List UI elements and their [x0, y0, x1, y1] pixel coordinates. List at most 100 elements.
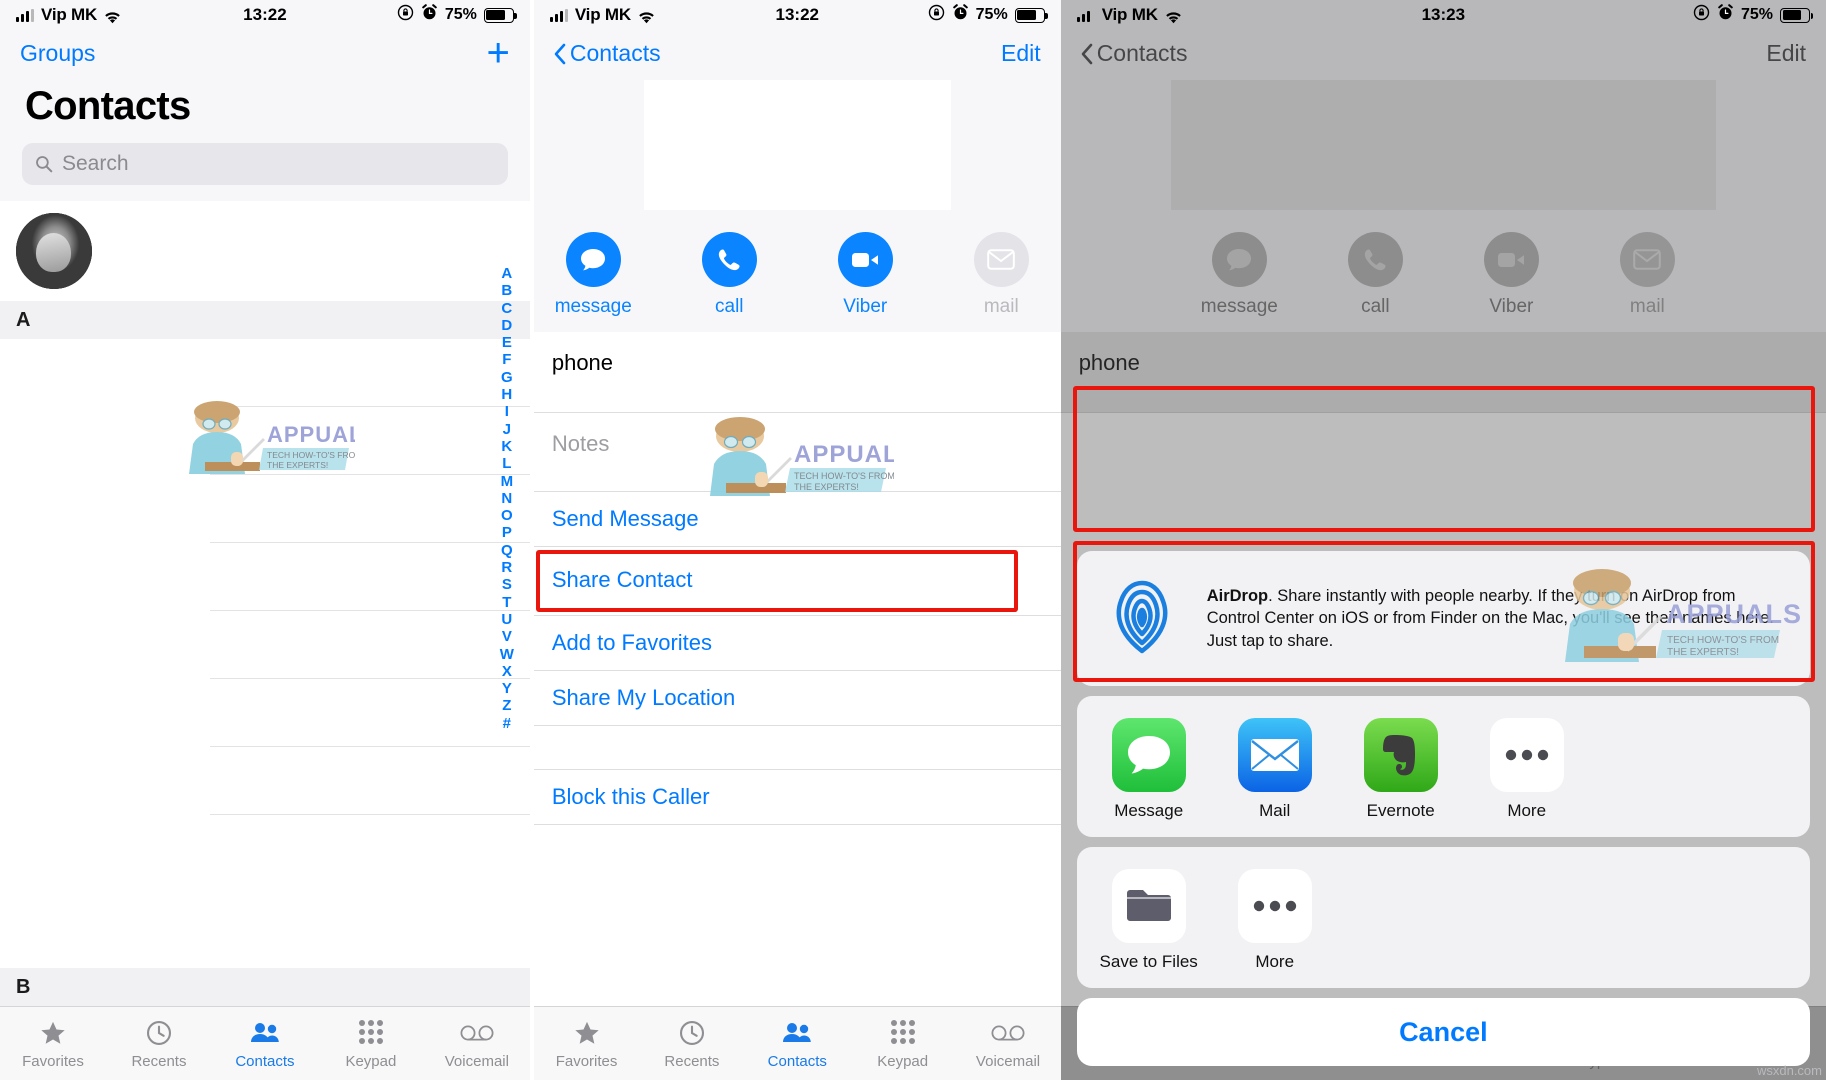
block-this-caller-button[interactable]: Block this Caller: [533, 770, 1061, 825]
voicemail-icon: [991, 1018, 1025, 1048]
list-item[interactable]: [210, 339, 530, 407]
index-letter[interactable]: O: [501, 507, 513, 524]
clock-icon: [145, 1018, 173, 1048]
index-letter[interactable]: U: [501, 611, 512, 628]
rotation-lock-icon: [397, 4, 414, 26]
airdrop-card[interactable]: AirDrop. Share instantly with people nea…: [1076, 551, 1810, 686]
tab-contacts[interactable]: Contacts: [745, 1018, 850, 1070]
battery-icon: [1014, 7, 1048, 23]
index-letter[interactable]: R: [501, 559, 512, 576]
status-right: 75%: [1693, 4, 1813, 26]
index-letter[interactable]: #: [503, 715, 511, 732]
action-label: Viber: [843, 296, 888, 317]
share-contact-button[interactable]: Share Contact: [533, 547, 1061, 616]
index-letter[interactable]: T: [502, 594, 511, 611]
evernote-app-icon: [1363, 718, 1438, 792]
index-letter[interactable]: K: [501, 438, 512, 455]
add-to-favorites-button[interactable]: Add to Favorites: [533, 616, 1061, 671]
airdrop-row[interactable]: AirDrop. Share instantly with people nea…: [1077, 551, 1810, 686]
tab-favorites[interactable]: Favorites: [0, 1018, 106, 1070]
tab-voicemail[interactable]: Voicemail: [424, 1018, 530, 1070]
list-item[interactable]: [210, 611, 530, 679]
back-label: Contacts: [569, 39, 661, 66]
tab-recents[interactable]: Recents: [106, 1018, 212, 1070]
back-button[interactable]: Contacts: [554, 40, 661, 67]
index-letter[interactable]: G: [501, 369, 513, 386]
contact-avatar-row[interactable]: [0, 201, 530, 301]
index-letter[interactable]: Q: [501, 542, 513, 559]
share-target-message[interactable]: Message: [1099, 718, 1199, 821]
list-item[interactable]: [210, 475, 530, 543]
index-letter[interactable]: S: [502, 576, 512, 593]
panel-contacts-list: Vip MK 13:22 75% Groups + Contacts Searc…: [0, 0, 530, 1080]
share-target-label: More: [1507, 801, 1547, 820]
tab-keypad[interactable]: Keypad: [318, 1018, 424, 1070]
index-letter[interactable]: H: [501, 386, 512, 403]
index-letter[interactable]: J: [503, 421, 511, 438]
edit-button[interactable]: Edit: [1001, 40, 1041, 67]
tab-label: Recents: [664, 1052, 720, 1070]
action-message[interactable]: message: [548, 232, 638, 318]
index-letter[interactable]: Z: [502, 697, 511, 714]
index-letter[interactable]: P: [502, 524, 512, 541]
share-target-evernote[interactable]: Evernote: [1351, 718, 1451, 821]
index-letter[interactable]: N: [501, 490, 512, 507]
action-viber[interactable]: Viber: [820, 232, 910, 318]
avatar: [16, 213, 92, 289]
index-letter[interactable]: I: [505, 403, 509, 420]
action-save-to-files[interactable]: Save to Files: [1099, 869, 1199, 972]
list-item[interactable]: [210, 543, 530, 611]
index-letter[interactable]: F: [502, 351, 511, 368]
status-bar: Vip MK 13:22 75%: [534, 0, 1061, 30]
tab-bar: Favorites Recents Contacts Keypad Voicem…: [0, 1006, 530, 1080]
index-letter[interactable]: B: [501, 282, 512, 299]
notes-field[interactable]: Notes: [533, 413, 1061, 492]
send-message-button[interactable]: Send Message: [533, 492, 1061, 547]
airdrop-icon: [1099, 573, 1185, 664]
tab-contacts[interactable]: Contacts: [212, 1018, 318, 1070]
index-letter[interactable]: E: [502, 334, 512, 351]
index-letter[interactable]: Y: [502, 680, 512, 697]
action-call[interactable]: call: [684, 232, 774, 318]
battery-icon: [1780, 7, 1813, 23]
action-mail: mail: [956, 232, 1046, 318]
alphabet-index[interactable]: A B C D E F G H I J K L M N O P Q R S T …: [496, 265, 518, 732]
rotation-lock-icon: [1693, 4, 1710, 26]
apps-card: Message Mail Evernote More: [1076, 696, 1810, 837]
list-item[interactable]: [210, 407, 530, 475]
add-contact-button[interactable]: +: [486, 33, 509, 73]
phone-field[interactable]: phone: [533, 332, 1061, 413]
share-target-mail[interactable]: Mail: [1225, 718, 1325, 821]
share-my-location-button[interactable]: Share My Location: [533, 671, 1061, 726]
index-letter[interactable]: V: [502, 628, 512, 645]
cancel-button[interactable]: Cancel: [1076, 998, 1810, 1066]
share-target-more[interactable]: More: [1477, 718, 1577, 821]
tab-label: Favorites: [555, 1052, 618, 1070]
tab-favorites[interactable]: Favorites: [534, 1018, 639, 1070]
search-input[interactable]: Search: [22, 143, 508, 185]
actions-row: Save to Files More: [1077, 847, 1810, 988]
actions-card: Save to Files More: [1076, 847, 1810, 988]
list-item[interactable]: [210, 747, 530, 815]
index-letter[interactable]: A: [501, 265, 512, 282]
index-letter[interactable]: D: [501, 317, 512, 334]
groups-button[interactable]: Groups: [20, 40, 95, 67]
status-bar: Vip MK 13:22 75%: [0, 0, 530, 30]
keypad-icon: [890, 1018, 916, 1048]
messages-app-icon: [1111, 718, 1186, 792]
index-letter[interactable]: X: [502, 663, 512, 680]
tab-label: Keypad: [345, 1052, 397, 1070]
index-letter[interactable]: M: [501, 473, 514, 490]
list-item[interactable]: [210, 679, 530, 747]
index-letter[interactable]: W: [500, 646, 514, 663]
action-more[interactable]: More: [1225, 869, 1325, 972]
tab-keypad[interactable]: Keypad: [850, 1018, 955, 1070]
panel2-navbar: Contacts Edit: [534, 30, 1061, 76]
share-target-label: Mail: [1259, 801, 1291, 820]
tab-recents[interactable]: Recents: [639, 1018, 744, 1070]
action-label: Save to Files: [1099, 952, 1198, 971]
index-letter[interactable]: C: [501, 300, 512, 317]
tab-voicemail[interactable]: Voicemail: [955, 1018, 1060, 1070]
index-letter[interactable]: L: [502, 455, 511, 472]
panel1-navbar: Groups +: [0, 30, 530, 76]
